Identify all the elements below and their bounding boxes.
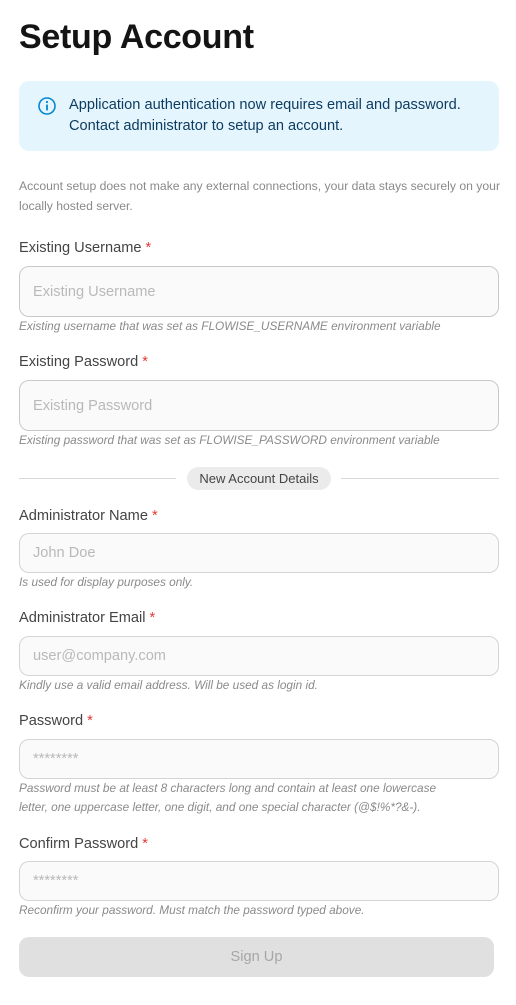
admin-name-hint: Is used for display purposes only.	[19, 575, 194, 589]
admin-email-hint: Kindly use a valid email address. Will b…	[19, 678, 318, 692]
privacy-note: Account setup does not make any external…	[19, 179, 501, 213]
confirm-password-field[interactable]	[19, 861, 499, 901]
admin-email-label-text: Administrator Email	[19, 610, 146, 626]
existing-username-field[interactable]	[19, 266, 499, 317]
divider-line-left	[19, 478, 176, 479]
divider-line-right	[341, 478, 499, 479]
password-label: Password *	[19, 713, 93, 729]
existing-username-label-text: Existing Username	[19, 240, 142, 256]
password-hint-line-2: letter, one uppercase letter, one digit,…	[19, 800, 421, 814]
page-title: Setup Account	[19, 18, 254, 56]
password-label-text: Password	[19, 713, 84, 729]
password-hint: Password must be at least 8 characters l…	[19, 779, 503, 817]
required-marker: *	[145, 240, 152, 256]
info-alert: Application authentication now requires …	[19, 81, 499, 151]
setup-account-page: Setup Account Application authentication…	[0, 0, 516, 1005]
confirm-password-label-text: Confirm Password	[19, 836, 139, 852]
password-hint-line-1: Password must be at least 8 characters l…	[19, 781, 437, 795]
confirm-password-label: Confirm Password *	[19, 836, 148, 852]
existing-username-label: Existing Username *	[19, 240, 151, 256]
alert-message: Application authentication now requires …	[69, 95, 485, 137]
existing-password-hint: Existing password that was set as FLOWIS…	[19, 433, 440, 447]
alert-line-1: Application authentication now requires …	[69, 97, 461, 113]
admin-email-input[interactable]	[33, 648, 498, 664]
password-field[interactable]	[19, 739, 499, 779]
required-marker: *	[142, 354, 148, 370]
existing-username-hint: Existing username that was set as FLOWIS…	[19, 319, 441, 333]
required-marker: *	[87, 713, 93, 729]
confirm-password-hint: Reconfirm your password. Must match the …	[19, 903, 365, 917]
password-input[interactable]	[33, 751, 498, 767]
required-marker: *	[142, 836, 148, 852]
admin-name-input[interactable]	[33, 545, 498, 561]
info-icon	[38, 97, 56, 115]
admin-name-label: Administrator Name *	[19, 508, 158, 524]
existing-username-input[interactable]	[33, 283, 498, 300]
existing-password-label-text: Existing Password	[19, 354, 139, 370]
alert-line-2: Contact administrator to setup an accoun…	[69, 118, 344, 134]
required-marker: *	[149, 610, 156, 626]
required-marker: *	[151, 508, 158, 524]
confirm-password-input[interactable]	[33, 873, 498, 889]
existing-password-label: Existing Password *	[19, 354, 148, 370]
admin-email-label: Administrator Email *	[19, 610, 155, 626]
sign-up-button[interactable]: Sign Up	[19, 937, 494, 977]
existing-password-input[interactable]	[33, 397, 498, 414]
existing-password-field[interactable]	[19, 380, 499, 431]
new-account-details-chip: New Account Details	[187, 467, 331, 490]
admin-name-label-text: Administrator Name	[19, 508, 148, 524]
admin-name-field[interactable]	[19, 533, 499, 573]
admin-email-field[interactable]	[19, 636, 499, 676]
